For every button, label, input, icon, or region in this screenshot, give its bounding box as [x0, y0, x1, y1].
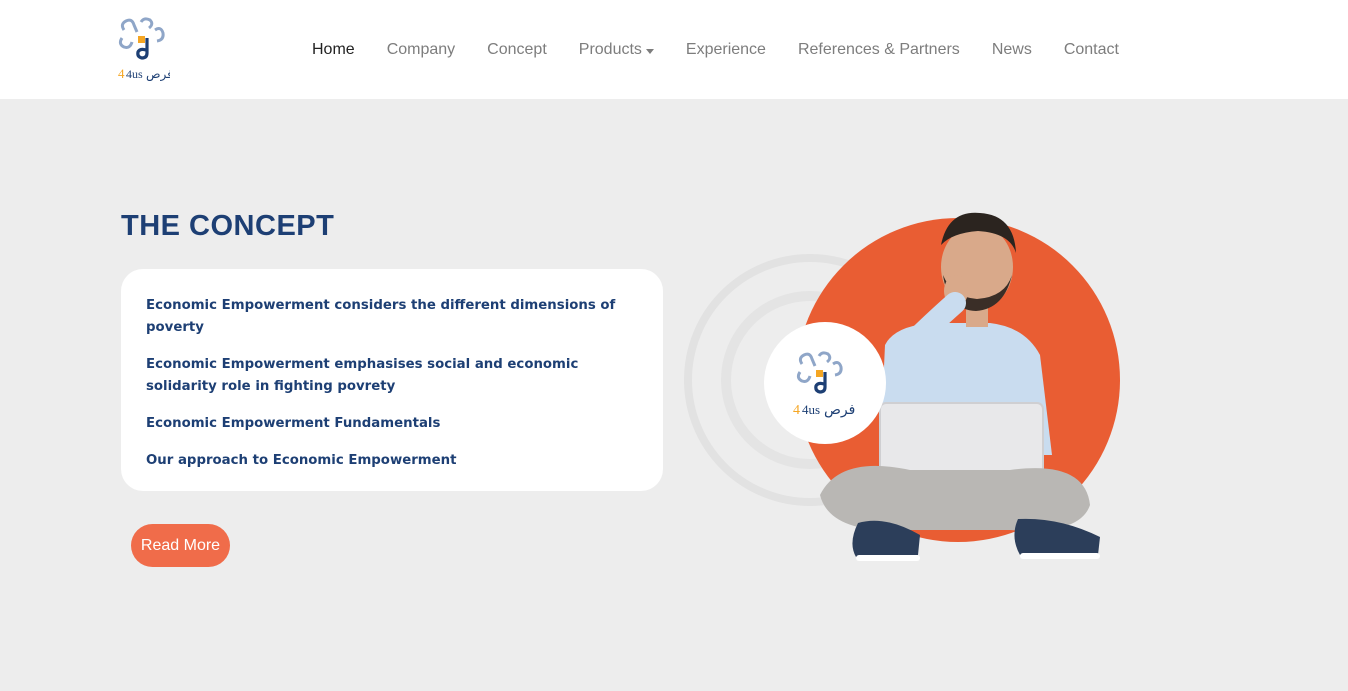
svg-text:فرص: فرص	[824, 402, 855, 418]
concept-link-solidarity[interactable]: Economic Empowerment emphasises social a…	[146, 354, 638, 398]
logo-number: 4	[118, 66, 125, 81]
read-more-button[interactable]: Read More	[131, 524, 230, 567]
nav-company-label: Company	[386, 41, 456, 58]
svg-text:4us: 4us	[802, 402, 820, 417]
nav-home[interactable]: Home	[312, 41, 355, 59]
nav-company[interactable]: Company	[387, 41, 455, 59]
main-nav: Home Company Concept Products Experience…	[312, 38, 1151, 62]
nav-products[interactable]: Products	[579, 41, 654, 59]
nav-experience[interactable]: Experience	[686, 41, 766, 59]
hero-illustration: 4 4us فرص	[680, 205, 1140, 575]
read-more-label: Read More	[140, 536, 221, 554]
nav-home-label: Home	[312, 41, 355, 58]
concept-link-dimensions[interactable]: Economic Empowerment considers the diffe…	[146, 295, 638, 339]
logo-arabic-text: فرص	[146, 67, 170, 82]
nav-contact-label: Contact	[1063, 41, 1119, 58]
concept-card: Economic Empowerment considers the diffe…	[121, 269, 663, 491]
concept-title: THE CONCEPT	[121, 210, 335, 242]
nav-references-partners[interactable]: References & Partners	[798, 41, 960, 59]
nav-news[interactable]: News	[992, 41, 1032, 59]
concept-link-fundamentals[interactable]: Economic Empowerment Fundamentals	[146, 413, 638, 435]
logo-mark-icon: 4 4us فرص	[118, 17, 173, 82]
site-header: 4 4us فرص Home Company Concept Products …	[0, 0, 1348, 99]
nav-concept-label: Concept	[487, 41, 547, 58]
nav-concept[interactable]: Concept	[487, 41, 547, 59]
nav-references-label: References & Partners	[797, 41, 960, 58]
nav-news-label: News	[991, 41, 1032, 58]
right-shoe	[1014, 518, 1100, 555]
svg-text:4: 4	[793, 403, 800, 418]
hero-image: 4 4us فرص	[684, 212, 1120, 561]
nav-products-label: Products	[578, 41, 642, 58]
brand-logo[interactable]: 4 4us فرص	[116, 16, 173, 82]
logo-suffix: 4us	[126, 67, 143, 81]
nav-experience-label: Experience	[685, 41, 766, 58]
concept-link-approach[interactable]: Our approach to Economic Empowerment	[146, 450, 638, 472]
nav-contact[interactable]: Contact	[1064, 41, 1119, 59]
chevron-down-icon	[645, 48, 654, 54]
